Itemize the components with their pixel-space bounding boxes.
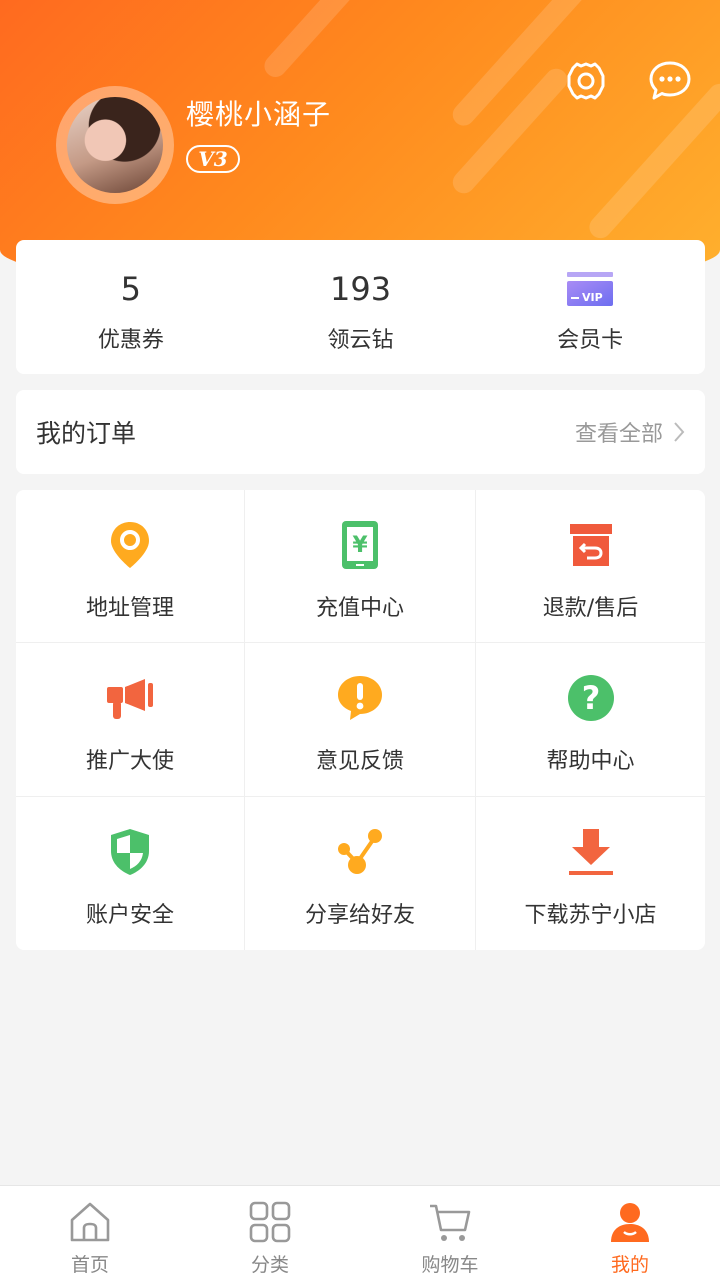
service-label: 账户安全: [85, 903, 174, 928]
tab-mine[interactable]: 我的: [540, 1186, 720, 1280]
share-icon: [338, 829, 382, 874]
service-label: 充值中心: [315, 596, 404, 621]
help-question-icon: ?: [567, 675, 614, 721]
service-label: 意见反馈: [315, 749, 404, 774]
tab-label: 首页: [70, 1254, 109, 1276]
tab-label: 购物车: [421, 1254, 479, 1276]
header-decoration: [259, 0, 391, 82]
service-label: 地址管理: [85, 596, 174, 621]
download-icon: [568, 829, 613, 875]
service-help[interactable]: ? 帮助中心: [476, 643, 705, 797]
coupon-count: 5: [120, 270, 142, 308]
member-card-label: 会员卡: [557, 328, 624, 353]
service-label: 推广大使: [85, 749, 174, 774]
bottom-tab-bar: 首页 分类 购物车 我的: [0, 1185, 720, 1280]
service-share[interactable]: 分享给好友: [245, 797, 476, 950]
home-icon: [70, 1202, 110, 1242]
location-pin-icon: [111, 522, 149, 568]
svg-text:VIP: VIP: [582, 291, 603, 304]
member-card-icon-wrap: VIP: [566, 270, 614, 308]
service-download[interactable]: 下载苏宁小店: [476, 797, 705, 950]
service-address[interactable]: 地址管理: [16, 490, 245, 643]
feedback-bubble-icon: [338, 676, 382, 720]
stat-member-card[interactable]: VIP 会员卡: [475, 240, 705, 374]
tab-label: 我的: [610, 1254, 649, 1276]
stat-cloud-diamonds[interactable]: 193 领云钻: [246, 240, 476, 374]
service-recharge[interactable]: ¥ 充值中心: [245, 490, 476, 643]
service-refund[interactable]: 退款/售后: [476, 490, 705, 643]
tab-category[interactable]: 分类: [180, 1186, 360, 1280]
return-box-icon: [569, 524, 612, 566]
svg-text:?: ?: [581, 679, 600, 717]
profile-icon: [611, 1203, 649, 1242]
shield-icon: [111, 829, 149, 875]
stat-coupons[interactable]: 5 优惠券: [16, 240, 246, 374]
megaphone-icon: [107, 679, 153, 719]
cloud-diamond-label: 领云钻: [327, 328, 394, 353]
service-label: 退款/售后: [542, 596, 639, 621]
services-grid: 地址管理 ¥ 充值中心 退款/售后 推广大使 意见反馈 ? 帮助中心 账户安全 …: [16, 490, 705, 950]
view-all-label: 查看全部: [574, 422, 663, 447]
category-grid-icon: [249, 1201, 291, 1243]
service-feedback[interactable]: 意见反馈: [245, 643, 476, 797]
messages-button[interactable]: [647, 58, 693, 104]
coupon-label: 优惠券: [97, 328, 164, 353]
my-orders-bar[interactable]: 我的订单 查看全部: [16, 390, 705, 474]
vip-card-icon: VIP: [567, 272, 614, 306]
avatar-image: [67, 97, 163, 193]
tab-cart[interactable]: 购物车: [360, 1186, 540, 1280]
view-all-orders[interactable]: 查看全部: [575, 416, 685, 448]
settings-button[interactable]: [563, 58, 609, 104]
gear-icon: [567, 62, 605, 100]
phone-recharge-icon: ¥: [342, 521, 378, 569]
chevron-right-icon: [674, 422, 685, 442]
service-label: 分享给好友: [304, 903, 415, 928]
header-decoration: [448, 64, 572, 198]
cloud-diamond-count: 193: [329, 270, 392, 308]
svg-text:¥: ¥: [352, 533, 368, 558]
service-account-security[interactable]: 账户安全: [16, 797, 245, 950]
orders-title: 我的订单: [36, 419, 137, 448]
level-badge: V3: [186, 145, 240, 173]
tab-home[interactable]: 首页: [0, 1186, 180, 1280]
cart-icon: [430, 1204, 471, 1241]
stats-card: 5 优惠券 193 领云钻 VIP 会员卡: [16, 240, 705, 374]
username[interactable]: 樱桃小涵子: [186, 93, 331, 133]
service-label: 帮助中心: [546, 749, 635, 774]
service-promoter[interactable]: 推广大使: [16, 643, 245, 797]
service-label: 下载苏宁小店: [524, 903, 657, 928]
avatar[interactable]: [56, 86, 174, 204]
chat-icon: [649, 61, 691, 100]
tab-label: 分类: [250, 1254, 289, 1276]
